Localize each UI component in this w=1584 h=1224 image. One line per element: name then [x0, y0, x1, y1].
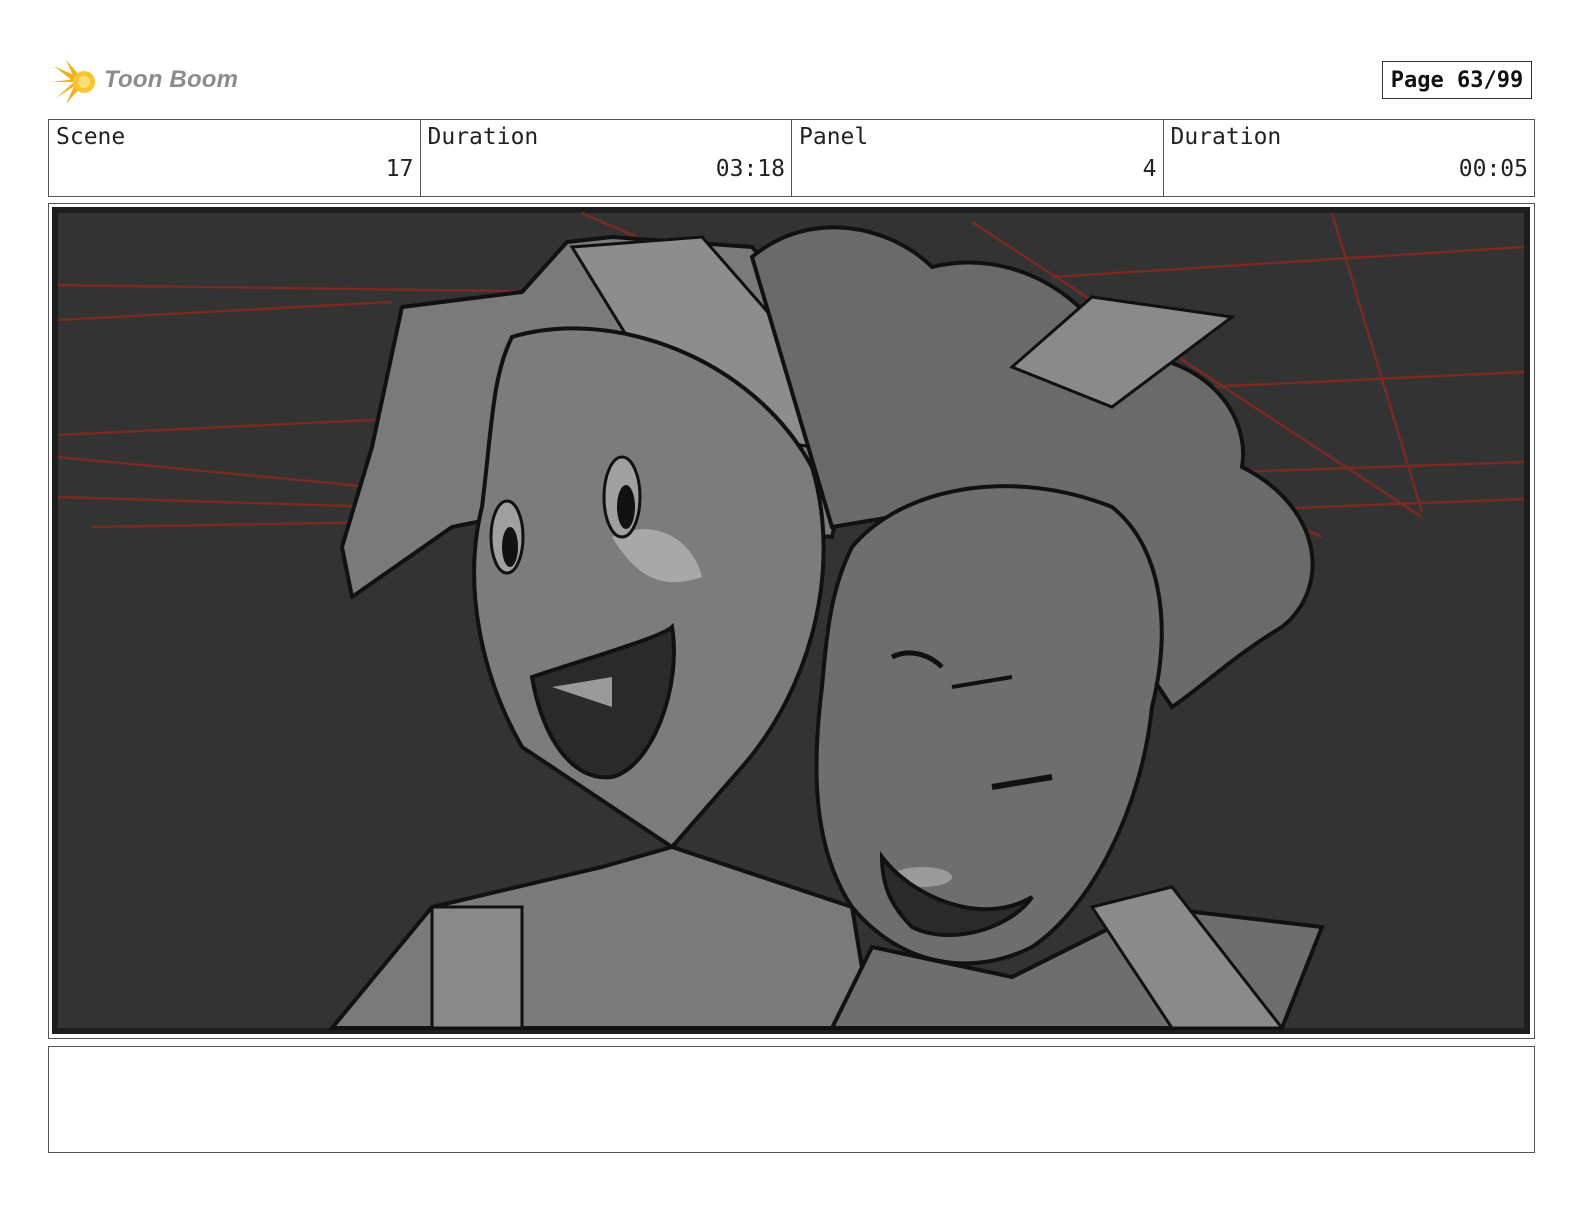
panel-duration-cell: Duration 00:05 [1164, 120, 1535, 196]
scene-cell: Scene 17 [49, 120, 421, 196]
scene-info-bar: Scene 17 Duration 03:18 Panel 4 Duration… [48, 119, 1535, 197]
scene-duration-cell: Duration 03:18 [421, 120, 792, 196]
page-number: Page 63/99 [1382, 61, 1532, 99]
storyboard-sketch [52, 207, 1530, 1034]
storyboard-panel [48, 203, 1535, 1039]
panel-value: 4 [1142, 156, 1157, 182]
scene-duration-label: Duration [427, 124, 539, 150]
scene-duration-value: 03:18 [715, 156, 785, 182]
starburst-icon [52, 60, 95, 104]
panel-label: Panel [799, 124, 869, 150]
logo-text: Toon Boom [104, 66, 239, 93]
panel-cell: Panel 4 [792, 120, 1164, 196]
panel-duration-value: 00:05 [1458, 156, 1528, 182]
panel-notes [48, 1046, 1535, 1153]
scene-label: Scene [56, 124, 126, 150]
scene-value: 17 [385, 156, 414, 182]
toon-boom-logo: Toon Boom [52, 56, 252, 108]
panel-duration-label: Duration [1170, 124, 1282, 150]
